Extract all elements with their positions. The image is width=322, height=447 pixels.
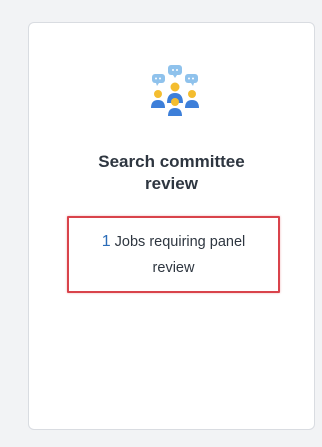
people-discussion-icon bbox=[147, 63, 203, 119]
jobs-link-line-1: 1 Jobs requiring panel bbox=[67, 229, 280, 255]
page: Search committee review 1 Jobs requiring… bbox=[0, 0, 322, 447]
jobs-text: Jobs requiring panel bbox=[114, 234, 246, 250]
jobs-count[interactable]: 1 bbox=[102, 233, 111, 250]
card-title-line-2: review bbox=[145, 174, 198, 193]
card-title-line-1: Search committee bbox=[98, 152, 245, 171]
search-committee-card[interactable]: Search committee review 1 Jobs requiring… bbox=[28, 22, 315, 430]
jobs-text-line-2: review bbox=[152, 260, 195, 276]
jobs-requiring-review-link[interactable]: 1 Jobs requiring panel review bbox=[67, 229, 280, 281]
card-title: Search committee review bbox=[29, 151, 314, 195]
